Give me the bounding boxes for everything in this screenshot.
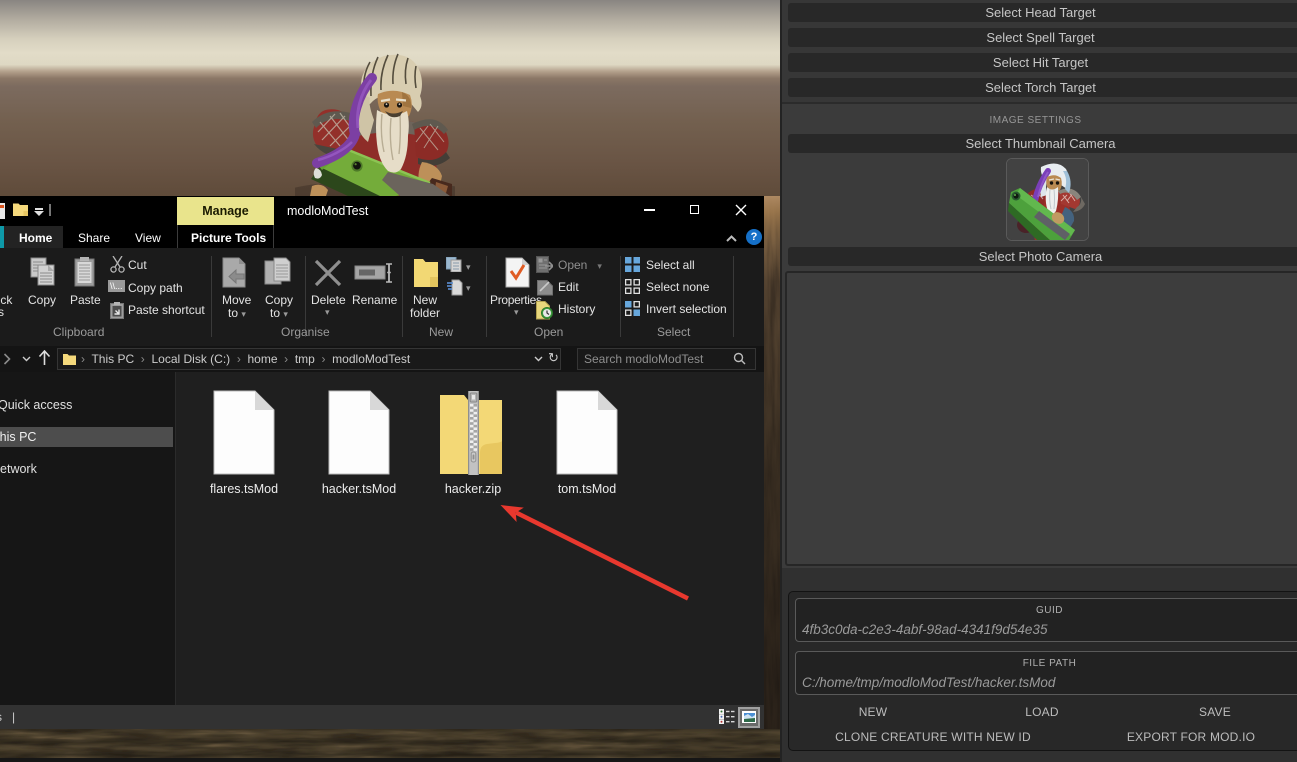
svg-text:\\...: \\... xyxy=(110,281,123,291)
